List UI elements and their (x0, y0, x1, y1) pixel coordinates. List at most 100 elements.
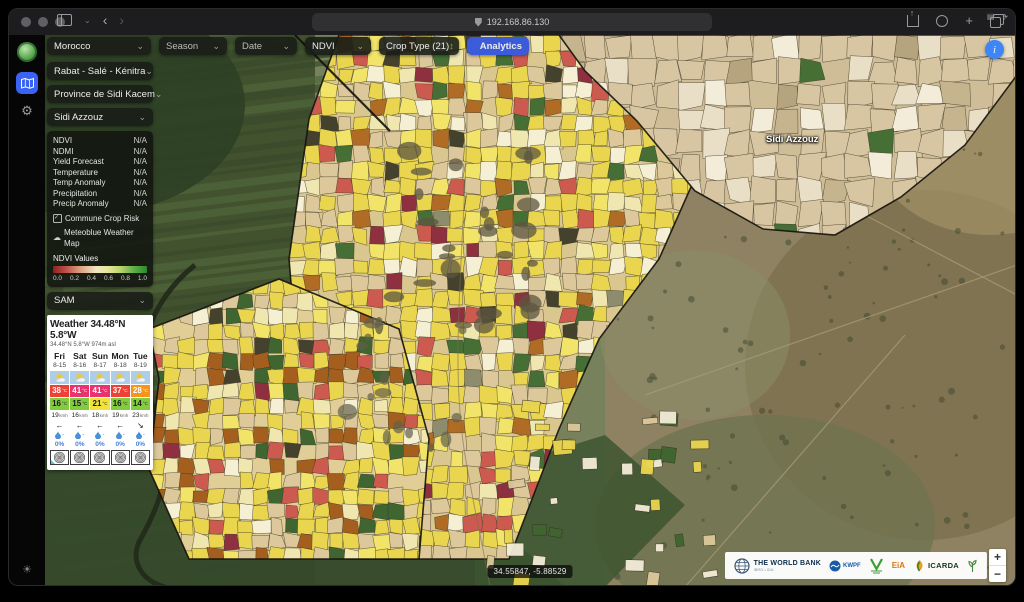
chevron-down-icon (356, 41, 364, 52)
stat-label: NDMI (53, 147, 73, 158)
info-button[interactable]: i (985, 40, 1004, 59)
weather-day-date: 8-15 (50, 362, 69, 370)
crop-risk-label: Commune Crop Risk (65, 213, 139, 224)
commune-crop-risk-toggle[interactable]: Commune Crop Risk (53, 213, 147, 224)
meteoblue-weather-map-toggle[interactable]: ☁ Meteoblue Weather Map (53, 227, 147, 249)
weather-precip-amount: - (70, 431, 89, 440)
weather-wind-direction-icon: ↘ (131, 421, 150, 430)
map-view-button[interactable] (16, 72, 38, 94)
weather-widget[interactable]: Weather 34.48°N 5.8°W 34.48°N 5.8°W 974m… (47, 315, 153, 470)
date-dropdown[interactable]: Date (235, 37, 297, 55)
reload-icon[interactable]: ⟳ (1000, 12, 1008, 23)
sam-dropdown[interactable]: SAM (47, 292, 153, 310)
weather-predictability-icon (50, 450, 69, 465)
settings-gear-icon[interactable]: ⚙ (9, 103, 45, 119)
weather-precip-probability: 0% (70, 441, 89, 449)
stat-row: Temp AnomalyN/A (53, 178, 147, 189)
weather-predictability-icon (131, 450, 150, 465)
province-dropdown[interactable]: Province de Sidi Kacem (47, 85, 153, 103)
chevron-down-icon[interactable]: ⌄ (84, 16, 91, 25)
back-button[interactable]: ‹ (103, 13, 108, 27)
commune-dropdown[interactable]: Sidi Azzouz (47, 108, 153, 126)
kwpf-icon (829, 560, 841, 572)
zoom-out-button[interactable]: − (989, 565, 1006, 582)
country-dropdown[interactable]: Morocco (47, 37, 151, 55)
weather-day-date: 8-16 (70, 362, 89, 370)
weather-wind-direction-icon: ← (50, 421, 69, 430)
ndvi-gradient-bar (53, 266, 147, 273)
ibrd-ida-text: IBRD • IDA (754, 567, 821, 572)
chevron-down-icon (138, 295, 146, 306)
predictability-icon (93, 451, 106, 464)
downloads-icon[interactable] (936, 15, 948, 27)
weather-wind-direction-icon: ← (70, 421, 89, 430)
weather-precip-probability: 0% (90, 441, 109, 449)
weather-max-temp: 37°C (111, 385, 130, 397)
crop-type-dropdown[interactable]: Crop Type (21) (379, 37, 459, 55)
raindrop-icon (55, 431, 61, 439)
theme-sun-icon[interactable]: ☀ (9, 563, 45, 576)
index-dropdown[interactable]: NDVI (305, 37, 371, 55)
new-tab-icon[interactable]: + (965, 15, 973, 27)
weather-min-temp: 15°C (70, 398, 89, 410)
eia-logo: EiA (892, 561, 905, 570)
weather-day-name: Sat (70, 351, 89, 361)
kwpf-text: KWPF (843, 563, 861, 569)
stat-row: Precip AnomalyN/A (53, 199, 147, 210)
address-bar[interactable]: 192.168.86.130 (312, 13, 712, 31)
url-text: 192.168.86.130 (487, 17, 550, 27)
weather-day-name: Fri (50, 351, 69, 361)
sidebar-toggle-icon[interactable] (57, 14, 72, 26)
weather-predictability-icon (90, 450, 109, 465)
browser-window: ⌄ ‹ › 192.168.86.130 ▤ ⟳ + (8, 8, 1016, 586)
forward-button[interactable]: › (119, 13, 124, 27)
ndvi-ticks: 0.00.20.40.60.81.0 (53, 275, 147, 282)
analytics-chart-icon (474, 42, 475, 50)
weather-day-name: Tue (131, 351, 150, 361)
weather-wind-direction-icon: ← (111, 421, 130, 430)
weather-wind-speed: 23kmh (131, 411, 150, 420)
stat-row: Temperature N/A (53, 168, 147, 179)
world-bank-globe-icon (734, 558, 750, 574)
weather-min-temp: 16°C (50, 398, 69, 410)
stat-value: N/A (134, 157, 147, 168)
raindrop-icon (136, 431, 142, 439)
browser-titlebar: ⌄ ‹ › 192.168.86.130 ▤ ⟳ + (9, 9, 1015, 36)
chevron-down-icon (138, 112, 146, 123)
zoom-in-button[interactable]: + (989, 549, 1006, 565)
close-window-button[interactable] (21, 17, 31, 27)
sun-cloud-icon (94, 372, 106, 383)
minimize-window-button[interactable] (38, 17, 48, 27)
weather-max-temp: 38°C (50, 385, 69, 397)
season-dropdown[interactable]: Season (159, 37, 227, 55)
region-dropdown[interactable]: Rabat - Salé - Kénitra (47, 62, 153, 80)
weather-wind-speed: 19kmh (111, 411, 130, 420)
weather-wind-speed: 18kmh (90, 411, 109, 420)
ndvi-tick: 0.8 (121, 275, 130, 282)
world-bank-text: THE WORLD BANK (754, 560, 821, 567)
stat-label: Temp Anomaly (53, 178, 105, 189)
tabs-overview-icon[interactable] (990, 17, 1001, 28)
weather-precip-amount: - (131, 431, 150, 440)
map-canvas[interactable]: Morocco Season Date NDVI Crop Type (21) (45, 35, 1015, 585)
weather-precip-amount: - (111, 431, 130, 440)
app-logo[interactable] (17, 42, 37, 62)
weather-wind-speed: 19kmh (50, 411, 69, 420)
share-icon[interactable] (907, 15, 919, 27)
stat-label: Temperature (53, 168, 98, 179)
stat-row: NDVIN/A (53, 136, 147, 147)
stat-row: Yield ForecastN/A (53, 157, 147, 168)
chevron-down-icon (212, 41, 220, 52)
attribution-bar: THE WORLD BANK IBRD • IDA KWPF EiA (725, 552, 987, 579)
privacy-shield-icon[interactable] (475, 18, 482, 27)
sun-cloud-icon (114, 372, 126, 383)
stat-value: N/A (134, 168, 147, 179)
weather-condition-icon (131, 371, 150, 384)
analytics-button[interactable]: Analytics (467, 37, 529, 55)
weather-condition-icon (90, 371, 109, 384)
weather-condition-icon (70, 371, 89, 384)
chevron-down-icon (282, 41, 290, 52)
weather-day-name: Sun (90, 351, 109, 361)
checkbox-icon[interactable] (53, 214, 62, 223)
plant-logo (967, 559, 978, 573)
